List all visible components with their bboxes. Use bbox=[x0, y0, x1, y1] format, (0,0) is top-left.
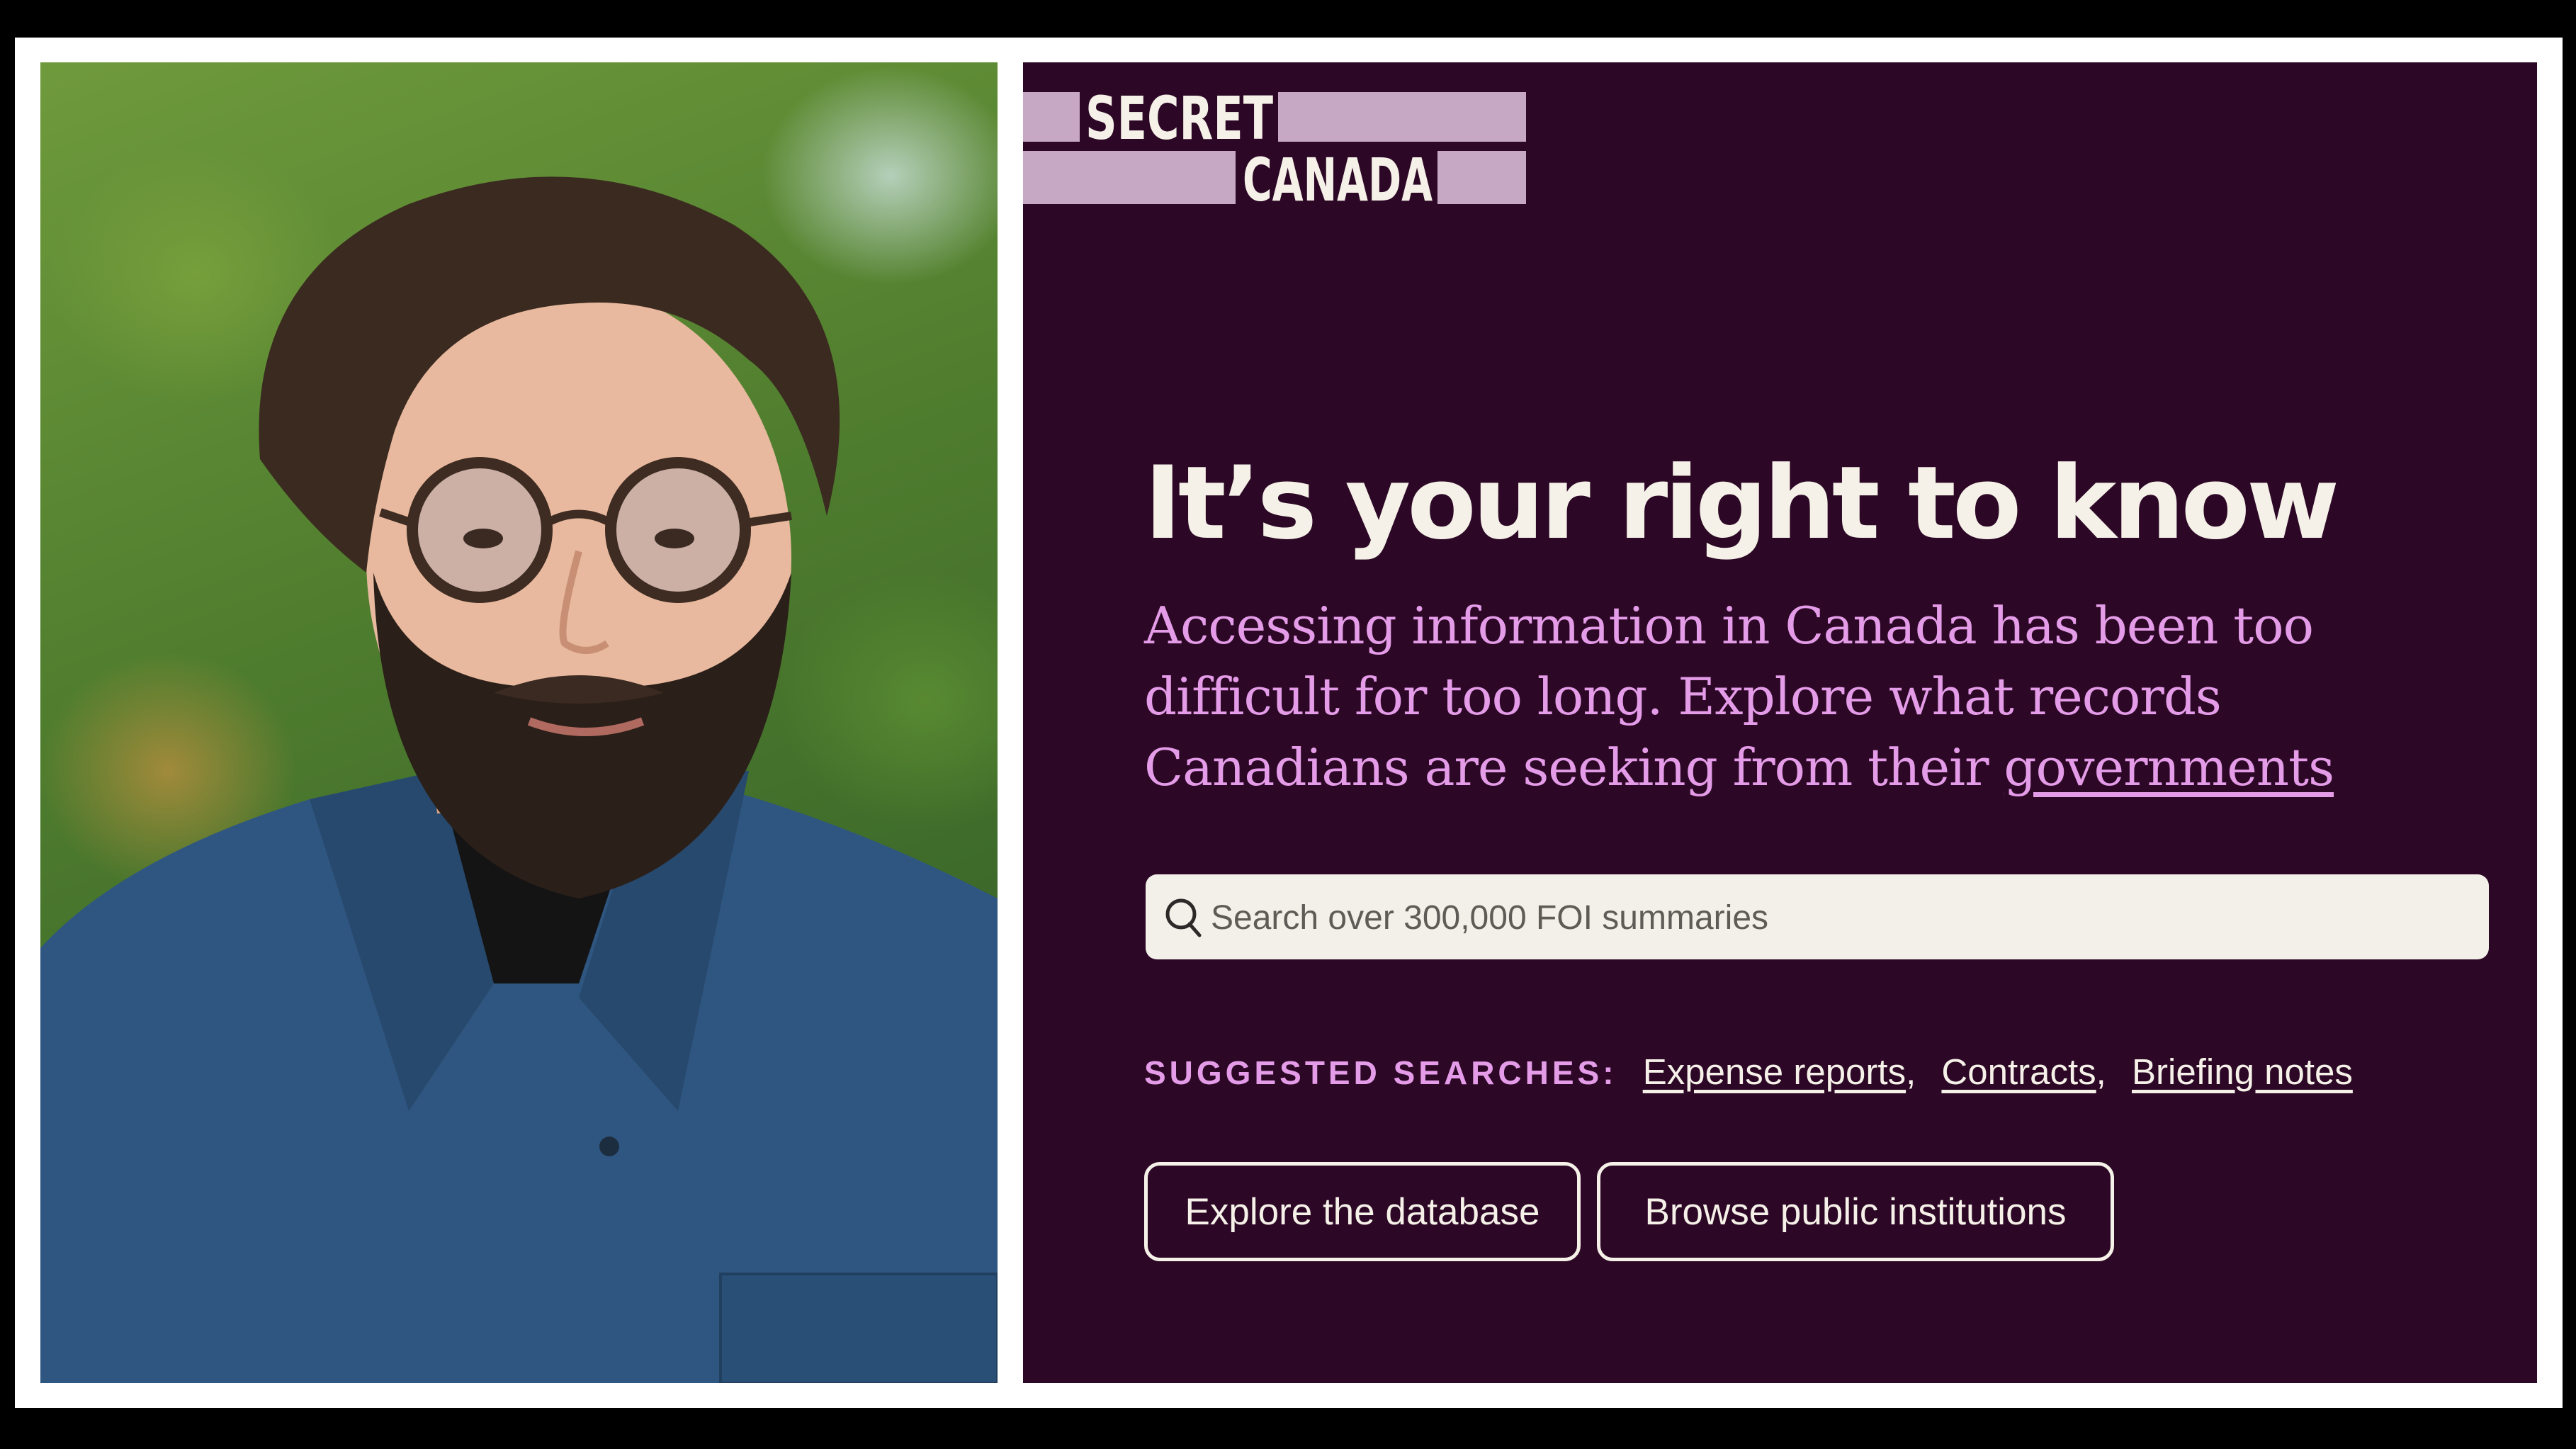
portrait-illustration bbox=[40, 176, 998, 1383]
separator: , bbox=[1906, 1051, 1916, 1092]
suggested-searches: SUGGESTED SEARCHES: Expense reports, Con… bbox=[1144, 1051, 2353, 1093]
secret-canada-logo[interactable]: SECRET CANADA bbox=[1023, 77, 1526, 208]
logo-bar bbox=[1023, 92, 1080, 142]
search-box[interactable] bbox=[1146, 874, 2489, 961]
browse-institutions-button[interactable]: Browse public institutions bbox=[1597, 1162, 2114, 1261]
intro-paragraph: Accessing information in Canada has been… bbox=[1144, 590, 2462, 803]
portrait-photo bbox=[40, 62, 998, 1383]
page-headline: It’s your right to know bbox=[1144, 445, 2339, 562]
suggested-search-expense-reports[interactable]: Expense reports bbox=[1643, 1051, 1906, 1092]
logo-bar bbox=[1023, 151, 1236, 204]
logo-bar bbox=[1437, 151, 1526, 204]
separator: , bbox=[2096, 1051, 2106, 1092]
suggested-searches-label: SUGGESTED SEARCHES: bbox=[1144, 1054, 1617, 1091]
secret-canada-homepage: SECRET CANADA It’s your right to know Ac… bbox=[1023, 62, 2537, 1383]
logo-line2: CANADA bbox=[1243, 145, 1433, 208]
governments-link[interactable]: governments bbox=[2004, 738, 2334, 797]
logo-bar bbox=[1278, 92, 1526, 142]
search-icon bbox=[1165, 898, 1202, 937]
suggested-search-contracts[interactable]: Contracts bbox=[1941, 1051, 2096, 1092]
logo-line1: SECRET bbox=[1085, 84, 1273, 153]
explore-database-button[interactable]: Explore the database bbox=[1144, 1162, 1581, 1261]
search-input[interactable] bbox=[1209, 874, 2473, 961]
suggested-search-briefing-notes[interactable]: Briefing notes bbox=[2132, 1051, 2353, 1092]
